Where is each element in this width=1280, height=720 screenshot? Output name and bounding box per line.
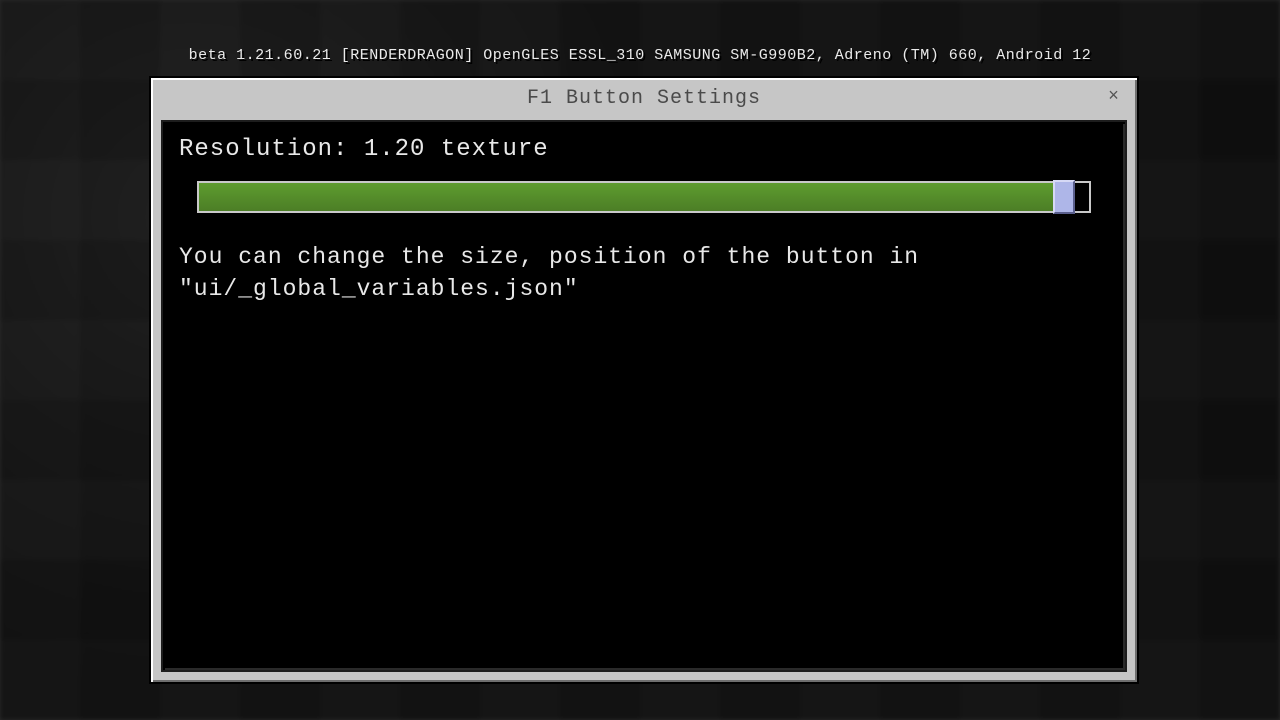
slider-thumb[interactable] [1053, 180, 1075, 214]
hint-text: You can change the size, position of the… [179, 241, 1099, 305]
settings-panel: Resolution: 1.20 texture You can change … [161, 120, 1127, 672]
resolution-slider[interactable] [197, 181, 1091, 213]
dialog-title: F1 Button Settings [527, 87, 761, 110]
settings-dialog: F1 Button Settings × Resolution: 1.20 te… [149, 76, 1139, 684]
slider-fill [199, 183, 1063, 211]
debug-line-1: beta 1.21.60.21 [RENDERDRAGON] OpenGLES … [0, 46, 1280, 66]
resolution-label: Resolution: 1.20 texture [179, 136, 1109, 163]
close-button[interactable]: × [1101, 84, 1127, 110]
dialog-titlebar: F1 Button Settings × [151, 78, 1137, 118]
close-icon: × [1108, 87, 1120, 107]
